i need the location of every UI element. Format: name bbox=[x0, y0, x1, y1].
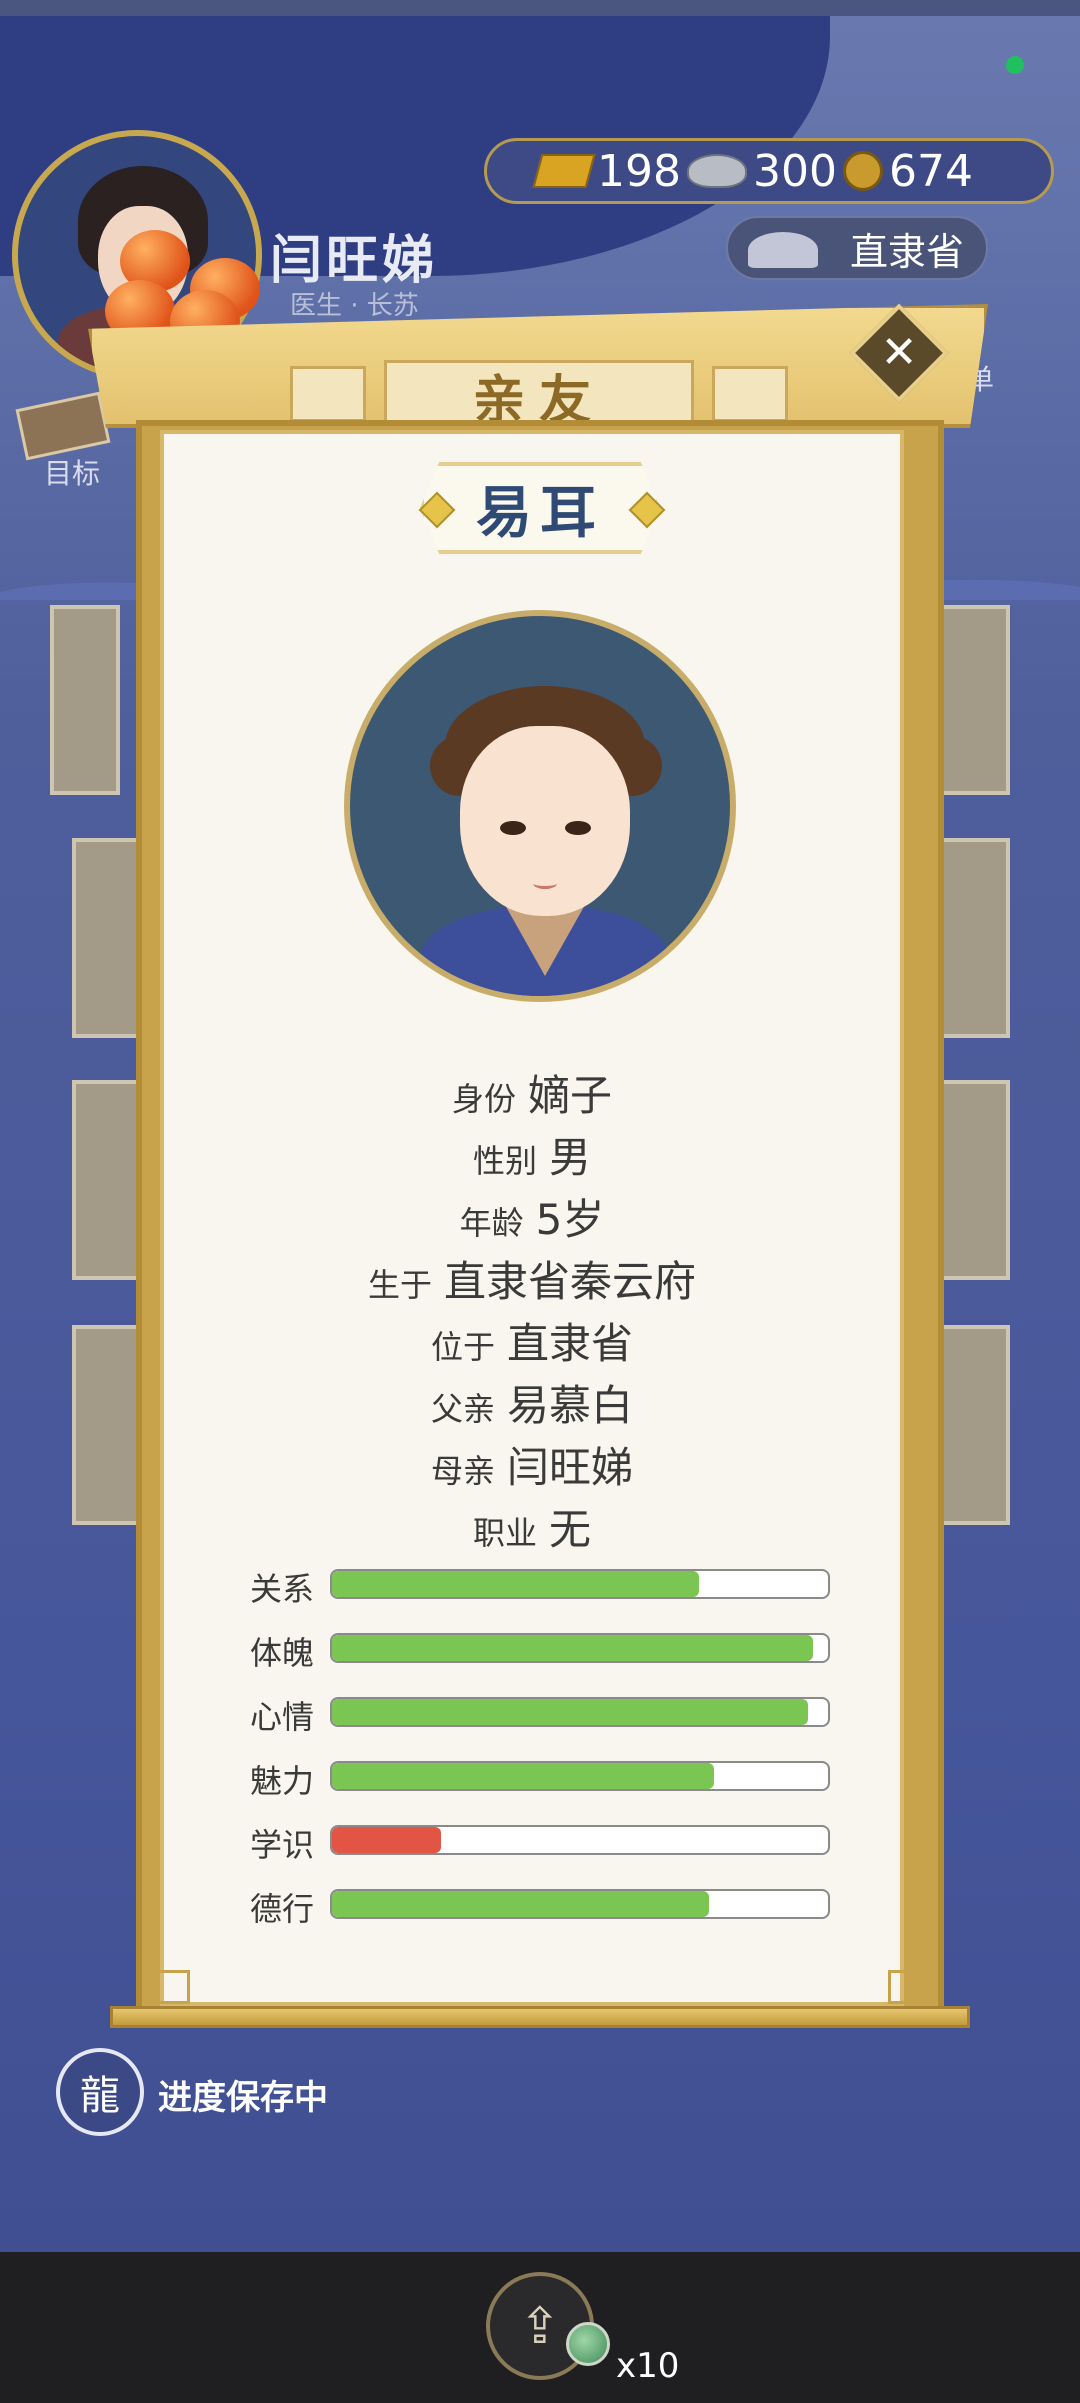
info-row-identity: 身份 嫡子 bbox=[160, 1062, 904, 1123]
info-row-age: 年龄 5岁 bbox=[160, 1186, 904, 1247]
location-label: 直隶省 bbox=[849, 229, 964, 274]
info-value: 无 bbox=[549, 1505, 592, 1554]
info-row-mother: 母亲 闫旺娣 bbox=[160, 1434, 904, 1495]
copper-coin-icon bbox=[842, 151, 883, 191]
info-value: 直隶省 bbox=[507, 1319, 634, 1368]
online-indicator bbox=[1006, 56, 1024, 74]
stat-label-relation: 关系 bbox=[250, 1570, 315, 1608]
background-card bbox=[940, 1325, 1010, 1525]
stat-fill bbox=[332, 1763, 714, 1789]
silver-ingot-icon bbox=[686, 154, 747, 188]
coin-count: 674 bbox=[888, 145, 973, 197]
info-label: 生于 bbox=[367, 1266, 432, 1304]
corner-ornament bbox=[888, 1970, 922, 2004]
coin-resource: 674 bbox=[842, 145, 973, 197]
player-subtitle: 医生 · 长苏 bbox=[290, 291, 419, 321]
background-card bbox=[72, 838, 142, 1038]
info-value: 直隶省秦云府 bbox=[444, 1257, 697, 1306]
share-reward-count: x10 bbox=[616, 2346, 680, 2386]
stat-label-physique: 体魄 bbox=[250, 1634, 315, 1672]
info-label: 母亲 bbox=[430, 1452, 495, 1490]
jade-token-icon bbox=[566, 2322, 610, 2366]
background-card bbox=[940, 1080, 1010, 1280]
info-label: 父亲 bbox=[430, 1390, 495, 1428]
info-value: 闫旺娣 bbox=[507, 1443, 634, 1492]
gold-resource: 198 bbox=[532, 145, 681, 197]
corner-ornament bbox=[156, 1970, 190, 2004]
scroll-footer bbox=[110, 2006, 970, 2028]
stat-bar-knowledge bbox=[330, 1825, 830, 1855]
info-label: 性别 bbox=[472, 1142, 537, 1180]
stat-label-charm: 魅力 bbox=[250, 1762, 315, 1800]
info-row-location: 位于 直隶省 bbox=[160, 1310, 904, 1371]
info-value: 男 bbox=[549, 1133, 592, 1182]
save-status: 进度保存中 bbox=[158, 2078, 328, 2118]
close-icon: ✕ bbox=[880, 327, 918, 378]
stat-bar-physique bbox=[330, 1633, 830, 1663]
brush-icon bbox=[748, 232, 818, 268]
stat-bar-relation bbox=[330, 1569, 830, 1599]
stat-fill bbox=[332, 1891, 709, 1917]
tab-frame-left bbox=[290, 366, 366, 422]
stat-fill bbox=[332, 1699, 809, 1725]
share-icon: ⇪ bbox=[519, 2297, 561, 2355]
relative-portrait bbox=[344, 610, 736, 1002]
stat-label-mood: 心情 bbox=[250, 1698, 315, 1736]
stat-bar-virtue bbox=[330, 1889, 830, 1919]
info-value: 5岁 bbox=[535, 1195, 605, 1244]
stat-label-virtue: 德行 bbox=[250, 1890, 315, 1928]
info-row-father: 父亲 易慕白 bbox=[160, 1372, 904, 1433]
tab-frame-right bbox=[712, 366, 788, 422]
info-row-birthplace: 生于 直隶省秦云府 bbox=[160, 1248, 904, 1309]
info-label: 职业 bbox=[472, 1514, 537, 1552]
info-value: 嫡子 bbox=[528, 1071, 613, 1120]
info-label: 年龄 bbox=[459, 1204, 524, 1242]
stat-label-knowledge: 学识 bbox=[250, 1826, 315, 1864]
player-name: 闫旺娣 bbox=[270, 231, 439, 291]
location-button[interactable]: 直隶省 bbox=[726, 216, 988, 280]
stat-fill bbox=[332, 1827, 442, 1853]
info-label: 身份 bbox=[451, 1080, 516, 1118]
silver-count: 300 bbox=[752, 145, 837, 197]
status-bar bbox=[0, 0, 1080, 16]
gold-ingot-icon bbox=[532, 154, 596, 188]
info-value: 易慕白 bbox=[507, 1381, 634, 1430]
relative-name: 易耳 bbox=[420, 462, 660, 554]
info-label: 位于 bbox=[430, 1328, 495, 1366]
goal-label[interactable]: 目标 bbox=[44, 452, 100, 492]
info-row-occupation: 职业无 bbox=[160, 1496, 904, 1557]
background-card bbox=[940, 605, 1010, 795]
stat-bar-mood bbox=[330, 1697, 830, 1727]
silver-resource: 300 bbox=[686, 145, 837, 197]
dragon-emblem-icon: 龍 bbox=[56, 2048, 144, 2136]
gold-count: 198 bbox=[597, 145, 681, 197]
resource-bar[interactable]: 198 300 674 bbox=[484, 138, 1054, 204]
background-card bbox=[940, 838, 1010, 1038]
background-card bbox=[72, 1325, 142, 1525]
background-card bbox=[50, 605, 120, 795]
background-card bbox=[72, 1080, 142, 1280]
stat-bar-charm bbox=[330, 1761, 830, 1791]
stat-fill bbox=[332, 1571, 700, 1597]
info-row-gender: 性别男 bbox=[160, 1124, 904, 1185]
stat-fill bbox=[332, 1635, 814, 1661]
